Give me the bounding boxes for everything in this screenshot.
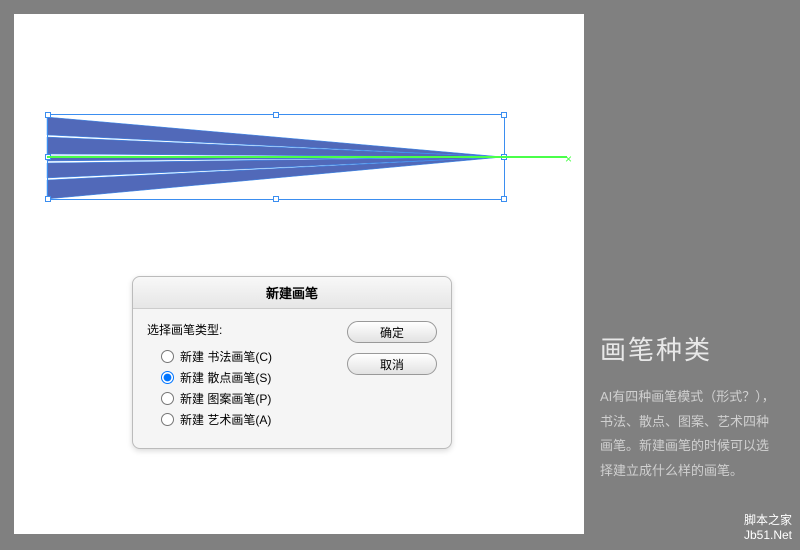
watermark-url: Jb51.Net — [744, 528, 792, 544]
radio-art-brush[interactable]: 新建 艺术画笔(A) — [147, 409, 347, 430]
cancel-button[interactable]: 取消 — [347, 353, 437, 375]
dialog-options: 选择画笔类型: 新建 书法画笔(C) 新建 散点画笔(S) 新建 图案画笔(P)… — [147, 321, 347, 430]
canvas-area[interactable]: × 新建画笔 选择画笔类型: 新建 书法画笔(C) 新建 散点画笔(S) — [14, 14, 584, 534]
watermark: 脚本之家 Jb51.Net — [744, 513, 792, 544]
radio-label: 新建 散点画笔(S) — [180, 369, 271, 386]
dialog-buttons: 确定 取消 — [347, 321, 437, 430]
radio-calligraphy-brush[interactable]: 新建 书法画笔(C) — [147, 346, 347, 367]
watermark-cn: 脚本之家 — [744, 513, 792, 529]
handle-bottom-right[interactable] — [501, 196, 507, 202]
section-label: 选择画笔类型: — [147, 321, 347, 338]
new-brush-dialog: 新建画笔 选择画笔类型: 新建 书法画笔(C) 新建 散点画笔(S) 新建 图案… — [132, 276, 452, 449]
dialog-title: 新建画笔 — [133, 277, 451, 309]
sidebar-title: 画笔种类 — [600, 330, 780, 367]
radio-label: 新建 图案画笔(P) — [180, 390, 271, 407]
handle-top-left[interactable] — [45, 112, 51, 118]
handle-bottom-left[interactable] — [45, 196, 51, 202]
anchor-path[interactable]: × — [47, 156, 567, 158]
handle-top-mid[interactable] — [273, 112, 279, 118]
radio-label: 新建 书法画笔(C) — [180, 348, 272, 365]
ok-button[interactable]: 确定 — [347, 321, 437, 343]
dialog-body: 选择画笔类型: 新建 书法画笔(C) 新建 散点画笔(S) 新建 图案画笔(P)… — [133, 309, 451, 448]
path-end-handle[interactable]: × — [565, 152, 575, 162]
sidebar-body: AI有四种画笔模式（形式？），书法、散点、图案、艺术四种画笔。新建画笔的时候可以… — [600, 385, 780, 484]
handle-bottom-mid[interactable] — [273, 196, 279, 202]
radio-icon[interactable] — [161, 371, 174, 384]
handle-top-right[interactable] — [501, 112, 507, 118]
radio-icon[interactable] — [161, 350, 174, 363]
radio-icon[interactable] — [161, 392, 174, 405]
radio-pattern-brush[interactable]: 新建 图案画笔(P) — [147, 388, 347, 409]
radio-label: 新建 艺术画笔(A) — [180, 411, 271, 428]
info-sidebar: 画笔种类 AI有四种画笔模式（形式？），书法、散点、图案、艺术四种画笔。新建画笔… — [600, 330, 780, 484]
radio-scatter-brush[interactable]: 新建 散点画笔(S) — [147, 367, 347, 388]
radio-icon[interactable] — [161, 413, 174, 426]
